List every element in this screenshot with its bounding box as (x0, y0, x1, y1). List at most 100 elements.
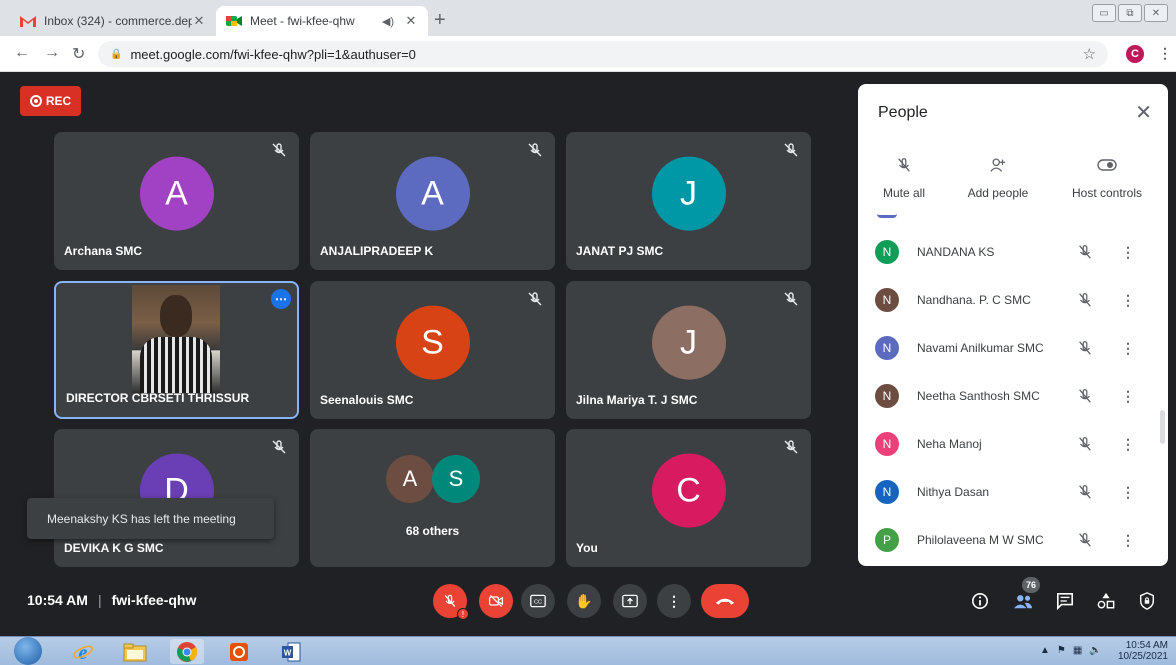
tab-close-icon[interactable]: ✕ (404, 13, 418, 29)
more-options-icon[interactable]: ⋮ (1121, 292, 1135, 309)
raise-hand-button[interactable]: ✋ (567, 584, 601, 618)
participant-name: Nandhana. P. C SMC (917, 293, 1031, 307)
more-options-icon[interactable]: ⋮ (1121, 532, 1135, 549)
chat-button[interactable] (1054, 590, 1076, 612)
captions-button[interactable]: CC (521, 584, 555, 618)
new-tab-button[interactable]: + (434, 10, 446, 30)
avatar: N (875, 336, 899, 360)
more-options-icon[interactable]: ⋮ (1121, 340, 1135, 357)
file-explorer-icon[interactable] (118, 639, 152, 664)
participant-tile-video[interactable]: ⋯ DIRECTOR CBRSETI THRISSUR (54, 281, 299, 419)
mic-off-icon[interactable] (1076, 531, 1094, 549)
list-item[interactable]: N Neetha Santhosh SMC ⋮ (858, 372, 1168, 420)
system-clock[interactable]: 10:54 AM 10/25/2021 (1118, 640, 1168, 662)
url-input[interactable]: 🔒 meet.google.com/fwi-kfee-qhw?pli=1&aut… (98, 41, 1108, 67)
avatar: J (651, 156, 726, 231)
list-item[interactable]: N Neha Manoj ⋮ (858, 420, 1168, 468)
minimize-button[interactable]: ▭ (1092, 4, 1116, 22)
bookmark-star-icon[interactable]: ☆ (1083, 45, 1096, 63)
tab-title: Meet - fwi-kfee-qhw (250, 14, 355, 28)
internet-explorer-icon[interactable]: e (66, 639, 100, 664)
activities-button[interactable] (1095, 590, 1117, 612)
avatar: C (651, 453, 726, 528)
more-vert-icon: ⋮ (667, 592, 681, 609)
notification-toast: Meenakshy KS has left the meeting (27, 498, 274, 539)
speaker-icon[interactable]: ◀) (382, 15, 394, 28)
participant-tile[interactable]: J Jilna Mariya T. J SMC (566, 281, 811, 419)
microphone-toggle-button[interactable]: ! (433, 584, 469, 620)
list-item[interactable]: P Philolaveena M W SMC ⋮ (858, 516, 1168, 564)
action-center-icon[interactable]: ⚑ (1057, 645, 1066, 656)
more-options-icon[interactable]: ⋮ (1121, 244, 1135, 261)
chrome-taskbar-icon[interactable] (170, 639, 204, 664)
more-options-icon[interactable]: ⋮ (1121, 484, 1135, 501)
media-player-icon[interactable] (222, 639, 256, 664)
participant-name: Philolaveena M W SMC (917, 533, 1044, 547)
toggle-icon (1066, 154, 1148, 176)
windows-start-button[interactable] (14, 637, 42, 665)
participant-tile[interactable]: A Archana SMC (54, 132, 299, 270)
lock-icon: 🔒 (110, 48, 123, 60)
mic-off-icon[interactable] (1076, 291, 1094, 309)
network-icon[interactable]: ▦ (1073, 645, 1082, 656)
participant-name: DIRECTOR CBRSETI THRISSUR (66, 391, 250, 405)
participant-name: Archana SMC (64, 244, 143, 258)
tab-meet[interactable]: Meet - fwi-kfee-qhw ◀) ✕ (216, 6, 428, 36)
mic-off-icon[interactable] (1076, 339, 1094, 357)
participant-tile[interactable]: S Seenalouis SMC (310, 281, 555, 419)
hang-up-icon (715, 598, 735, 605)
browser-menu-icon[interactable]: ⋮ (1158, 45, 1172, 62)
mic-off-icon[interactable] (1076, 483, 1094, 501)
volume-icon[interactable]: 🔈 (1089, 645, 1101, 656)
close-window-button[interactable]: ✕ (1144, 4, 1168, 22)
scrollbar[interactable] (1160, 410, 1165, 444)
maximize-button[interactable]: ⧉ (1118, 4, 1142, 22)
chevron-up-icon[interactable]: ▲ (1040, 645, 1050, 656)
mute-all-button[interactable]: Mute all (876, 154, 932, 200)
participant-name: Neetha Santhosh SMC (917, 389, 1040, 403)
list-item[interactable]: N Navami Anilkumar SMC ⋮ (858, 324, 1168, 372)
list-item[interactable]: N NANDANA KS ⋮ (858, 228, 1168, 276)
add-people-button[interactable]: Add people (962, 154, 1034, 200)
reload-icon[interactable]: ↻ (72, 44, 85, 64)
partial-avatar (877, 214, 897, 218)
more-options-icon[interactable]: ⋮ (1121, 388, 1135, 405)
people-button[interactable] (1012, 590, 1034, 612)
meeting-details-button[interactable] (969, 590, 991, 612)
mic-off-icon (784, 440, 798, 454)
clock-time: 10:54 AM (1125, 640, 1168, 651)
mic-off-icon[interactable] (1076, 435, 1094, 453)
host-safety-button[interactable] (1136, 590, 1158, 612)
word-icon[interactable]: W (274, 639, 308, 664)
back-arrow-icon[interactable]: ← (14, 44, 30, 62)
others-count: 68 others (405, 524, 460, 538)
mute-all-label: Mute all (882, 186, 926, 200)
camera-toggle-button[interactable] (479, 584, 513, 618)
info-icon (971, 592, 989, 610)
others-tile[interactable]: A S 68 others (310, 429, 555, 567)
participant-tile[interactable]: A ANJALIPRADEEP K (310, 132, 555, 270)
list-item[interactable]: N Nandhana. P. C SMC ⋮ (858, 276, 1168, 324)
close-icon[interactable]: ✕ (1135, 100, 1152, 125)
browser-tab-bar: Inbox (324) - commerce.dept@s ✕ Meet - f… (0, 0, 1176, 36)
participant-name: You (576, 541, 598, 555)
host-controls-button[interactable]: Host controls (1066, 154, 1148, 200)
more-options-button[interactable]: ⋮ (657, 584, 691, 618)
tab-close-icon[interactable]: ✕ (192, 13, 206, 29)
list-item[interactable]: N Nithya Dasan ⋮ (858, 468, 1168, 516)
leave-call-button[interactable] (701, 584, 749, 618)
people-panel: People ✕ Mute all Add people Host contro… (858, 84, 1168, 566)
self-tile[interactable]: C You (566, 429, 811, 567)
avatar: N (875, 384, 899, 408)
tab-gmail-inbox[interactable]: Inbox (324) - commerce.dept@s ✕ (10, 6, 216, 36)
participant-tile[interactable]: J JANAT PJ SMC (566, 132, 811, 270)
profile-avatar[interactable]: C (1126, 45, 1144, 63)
forward-arrow-icon[interactable]: → (44, 44, 60, 62)
add-people-label: Add people (967, 186, 1029, 200)
present-screen-button[interactable] (613, 584, 647, 618)
more-options-icon[interactable]: ⋮ (1121, 436, 1135, 453)
more-options-icon[interactable]: ⋯ (271, 289, 291, 309)
mic-off-icon[interactable] (1076, 387, 1094, 405)
os-taskbar: e W ▲ ⚑ ▦ 🔈 10:54 AM 10/25/2021 (0, 636, 1176, 665)
mic-off-icon[interactable] (1076, 243, 1094, 261)
